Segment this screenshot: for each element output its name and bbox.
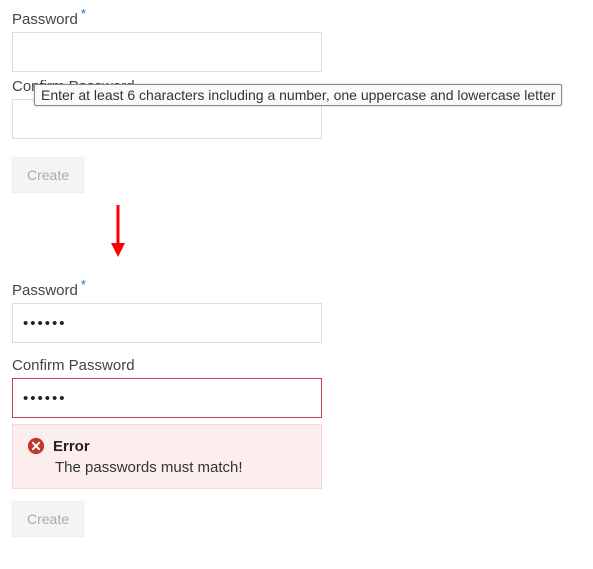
password-input-filled[interactable] [12,303,322,343]
error-panel: Error The passwords must match! [12,424,322,489]
password-field-group: Password* [12,6,581,72]
confirm-password-field-group-2: Confirm Password [12,357,581,418]
create-button[interactable]: Create [12,157,84,193]
password-input[interactable] [12,32,322,72]
error-icon [27,437,45,455]
required-mark: * [81,6,86,21]
confirm-password-input-error[interactable] [12,378,322,418]
error-title: Error [53,438,90,455]
password-label-2: Password [12,282,78,299]
password-field-group-2: Password* [12,277,581,343]
form-state-error: Password* Confirm Password Error The pas… [12,277,581,537]
error-header: Error [27,437,309,455]
password-hint-tooltip: Enter at least 6 characters including a … [34,84,562,106]
create-button-2[interactable]: Create [12,501,84,537]
password-label: Password [12,11,78,28]
required-mark-2: * [81,277,86,292]
error-message: The passwords must match! [55,459,309,476]
form-state-initial: Password* Enter at least 6 characters in… [12,6,581,193]
arrow-down-icon [12,203,581,263]
confirm-password-label-2: Confirm Password [12,357,135,374]
